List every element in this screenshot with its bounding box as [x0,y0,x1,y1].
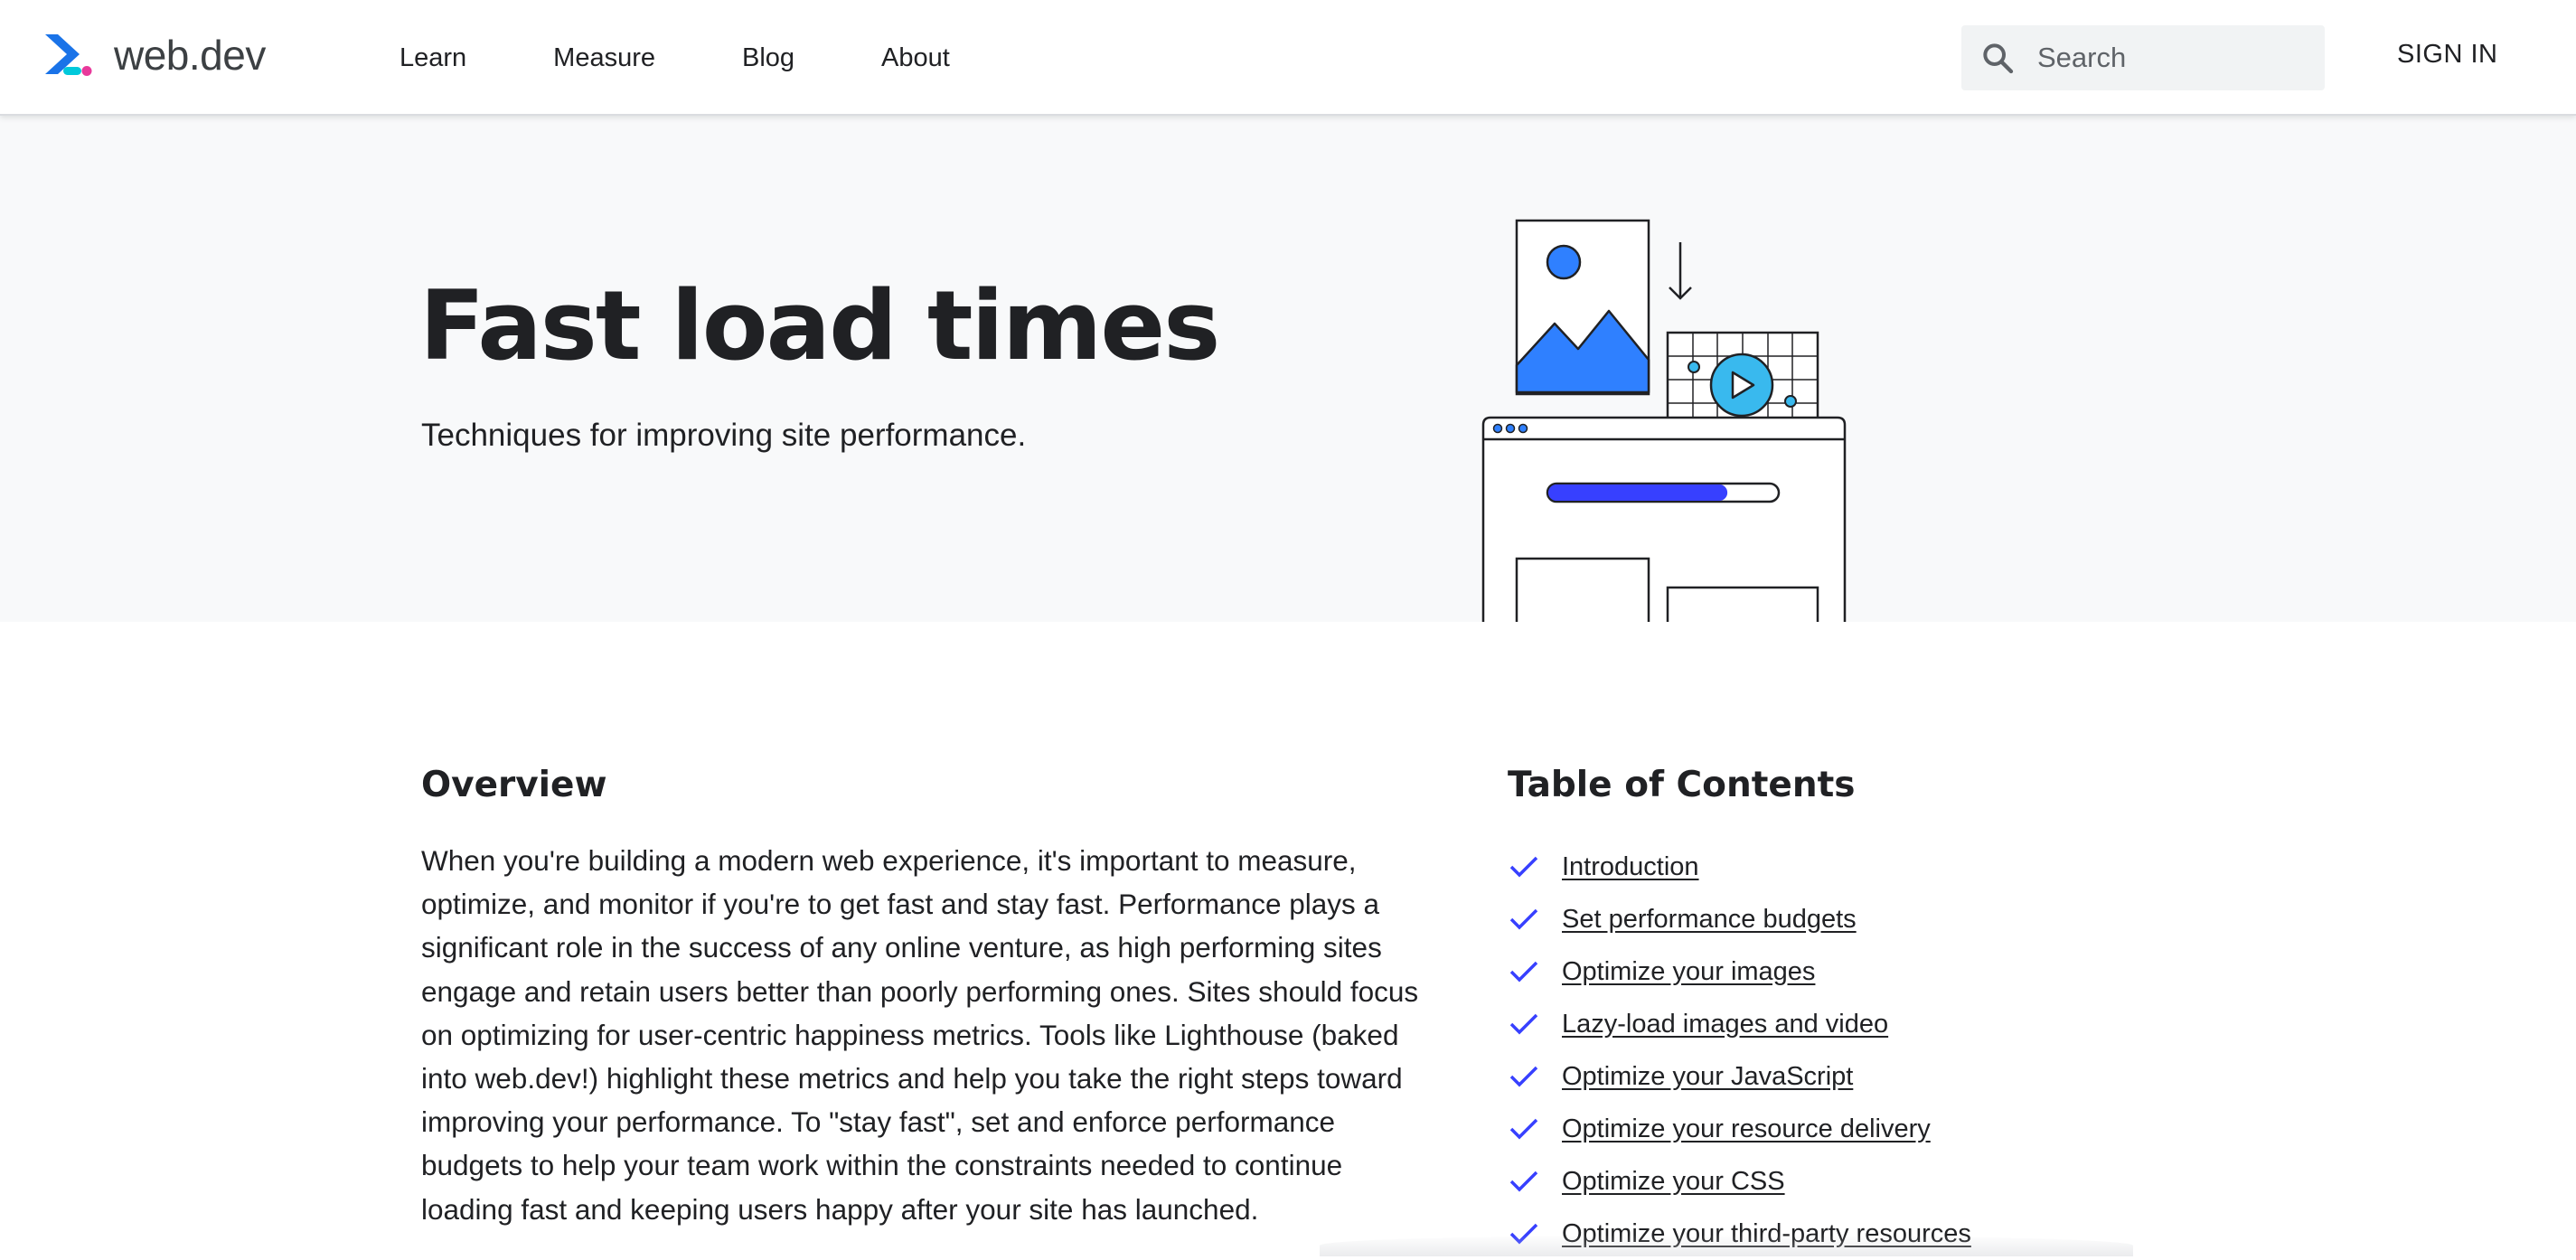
toc-item: Optimize your third-party resources [1508,1208,1971,1260]
search-input[interactable] [2035,41,2307,75]
toc-item: Optimize your CSS [1508,1155,1971,1208]
logo-text: web.dev [114,32,266,79]
toc-link-introduction[interactable]: Introduction [1562,852,1699,882]
overview-heading: Overview [421,765,607,805]
check-icon [1509,1223,1538,1245]
toc-item: Optimize your images [1508,945,1971,998]
toc-link-optimize-javascript[interactable]: Optimize your JavaScript [1562,1062,1853,1092]
toc-link-resource-delivery[interactable]: Optimize your resource delivery [1562,1114,1931,1144]
check-icon [1509,1118,1538,1140]
toc-item: Set performance budgets [1508,893,1971,945]
check-icon [1509,961,1538,983]
page-subtitle: Techniques for improving site performanc… [421,418,1027,453]
nav-about[interactable]: About [881,43,950,73]
toc-link-performance-budgets[interactable]: Set performance budgets [1562,905,1857,935]
toc-heading: Table of Contents [1508,765,1856,805]
performance-illustration [1481,219,1847,622]
web-dev-logo-icon [45,34,92,76]
search-box[interactable] [1961,25,2325,90]
toc-item: Lazy-load images and video [1508,998,1971,1050]
toc-list: Introduction Set performance budgets Opt… [1508,841,1971,1260]
browser-window-icon [1481,416,1847,622]
nav-measure[interactable]: Measure [553,43,655,73]
hero-banner: Fast load times Techniques for improving… [0,116,2576,622]
overview-paragraph: When you're building a modern web experi… [421,844,1419,1226]
check-icon [1509,1066,1538,1087]
search-icon [1983,43,2014,74]
page-title: Fast load times [419,270,1220,381]
toc-link-third-party[interactable]: Optimize your third-party resources [1562,1219,1971,1249]
main-nav: Learn Measure Blog About [400,0,1037,116]
check-icon [1509,908,1538,930]
download-arrow-icon [1669,242,1692,300]
toc-link-lazy-load[interactable]: Lazy-load images and video [1562,1010,1888,1039]
check-icon [1509,1013,1538,1035]
check-icon [1509,1171,1538,1192]
loading-progress-fill [1548,484,1728,501]
toc-item: Optimize your resource delivery [1508,1103,1971,1155]
nav-learn[interactable]: Learn [400,43,466,73]
toc-link-optimize-css[interactable]: Optimize your CSS [1562,1167,1785,1197]
logo-link[interactable]: web.dev [43,31,266,80]
nav-blog[interactable]: Blog [742,43,794,73]
check-icon [1509,856,1538,878]
image-placeholder-icon [1515,219,1650,396]
toc-link-optimize-images[interactable]: Optimize your images [1562,957,1815,987]
sign-in-button[interactable]: SIGN IN [2397,40,2497,70]
site-header: web.dev Learn Measure Blog About SIGN IN [0,0,2576,116]
toc-item: Optimize your JavaScript [1508,1050,1971,1103]
toc-item: Introduction [1508,841,1971,893]
